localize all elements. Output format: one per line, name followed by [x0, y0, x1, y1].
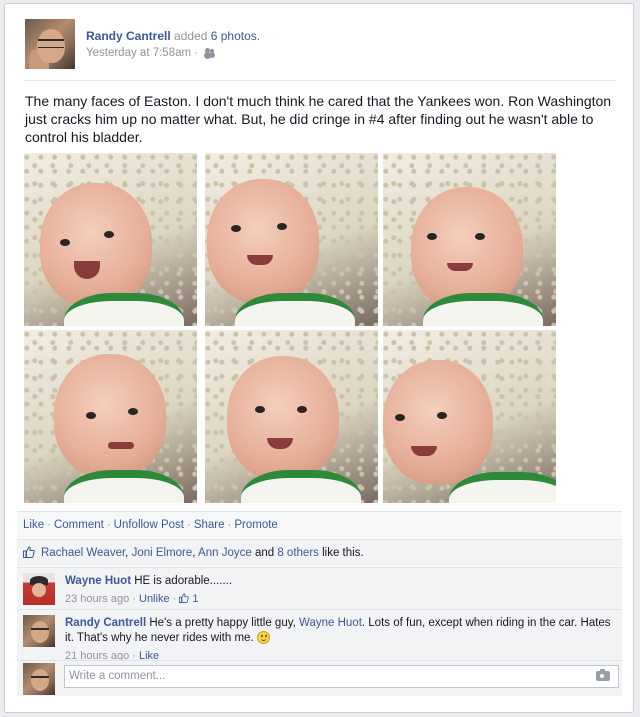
action-text: added — [174, 29, 208, 43]
thumbs-up-icon — [23, 546, 35, 558]
commenter-avatar[interactable] — [23, 615, 55, 647]
comment-text: HE is adorable....... — [134, 575, 233, 587]
mention-link[interactable]: Wayne Huot — [299, 617, 362, 629]
post-actions: Like · Comment · Unfollow Post · Share · Promote — [17, 511, 622, 538]
author-line: Randy Cantrell added 6 photos. — [86, 29, 260, 43]
likes-summary: Rachael Weaver, Joni Elmore, Ann Joyce a… — [17, 539, 622, 566]
comment-time[interactable]: 23 hours ago — [65, 593, 129, 605]
photo-5[interactable] — [205, 330, 378, 503]
author-name[interactable]: Randy Cantrell — [86, 29, 171, 43]
comment-like-count[interactable]: 1 — [192, 593, 198, 605]
photo-1[interactable] — [24, 153, 197, 326]
liker-name[interactable]: Ann Joyce — [198, 547, 252, 559]
commenter-name[interactable]: Randy Cantrell — [65, 617, 146, 629]
comment-placeholder: Write a comment... — [69, 670, 166, 682]
photo-6[interactable] — [383, 330, 556, 503]
comment-input[interactable]: Write a comment... — [64, 665, 619, 688]
photo-grid — [24, 153, 556, 503]
like-button[interactable]: Like — [23, 519, 44, 531]
comment-button[interactable]: Comment — [54, 519, 104, 531]
thumbs-up-icon[interactable] — [179, 593, 190, 603]
post-meta: Yesterday at 7:58am · — [86, 47, 216, 59]
smiley-icon — [256, 631, 270, 644]
promote-button[interactable]: Promote — [234, 519, 277, 531]
liker-name[interactable]: Rachael Weaver — [41, 547, 125, 559]
friends-icon[interactable] — [205, 48, 216, 57]
photos-link[interactable]: 6 photos. — [211, 29, 260, 43]
unfollow-post-button[interactable]: Unfollow Post — [114, 519, 184, 531]
others-link[interactable]: 8 others — [277, 547, 319, 559]
post-card: Randy Cantrell added 6 photos. Yesterday… — [4, 3, 634, 713]
share-button[interactable]: Share — [194, 519, 225, 531]
comment-text: He's a pretty happy little guy, — [149, 617, 296, 629]
header-divider — [25, 80, 616, 81]
comment-composer: Write a comment... — [17, 660, 622, 696]
post-text: The many faces of Easton. I don't much t… — [25, 93, 612, 145]
comment-item: Randy Cantrell He's a pretty happy littl… — [17, 609, 622, 662]
author-avatar[interactable] — [25, 19, 75, 69]
post-timestamp[interactable]: Yesterday at 7:58am — [86, 47, 191, 59]
photo-2[interactable] — [205, 153, 378, 326]
unlike-button[interactable]: Unlike — [139, 593, 170, 605]
photo-3[interactable] — [383, 153, 556, 326]
comment-item: Wayne Huot HE is adorable....... 23 hour… — [17, 567, 622, 609]
composer-avatar — [23, 663, 55, 695]
photo-4[interactable] — [24, 330, 197, 503]
commenter-name[interactable]: Wayne Huot — [65, 575, 131, 587]
commenter-avatar[interactable] — [23, 573, 55, 605]
camera-icon[interactable] — [596, 669, 610, 681]
liker-name[interactable]: Joni Elmore — [132, 547, 193, 559]
